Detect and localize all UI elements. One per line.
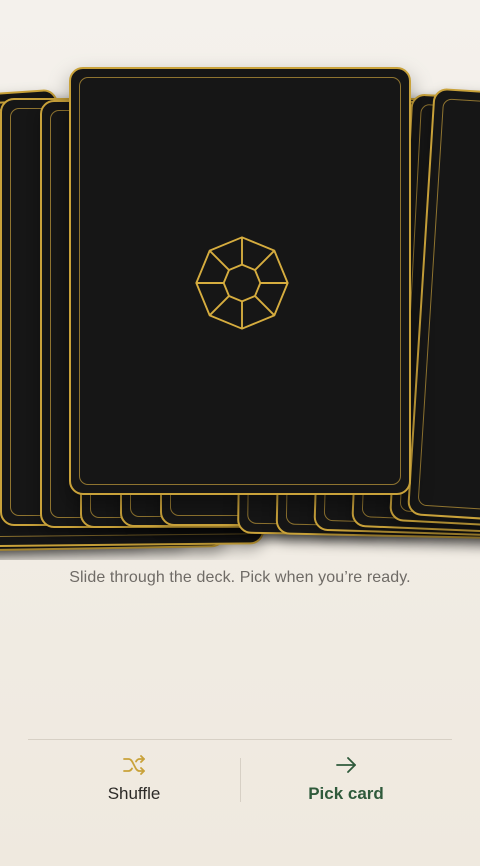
pick-card-button[interactable]: Pick card [240,752,452,812]
shuffle-icon [123,755,145,775]
divider [28,739,452,740]
shuffle-button[interactable]: Shuffle [28,752,240,812]
arrow-right-icon [336,757,356,773]
pick-card-label: Pick card [308,784,384,803]
shuffle-label: Shuffle [107,784,161,803]
front-card[interactable] [69,67,411,495]
instruction-text: Slide through the deck. Pick when you’re… [69,569,411,586]
card-deck[interactable] [0,0,480,560]
octagon-emblem-icon [195,236,289,330]
